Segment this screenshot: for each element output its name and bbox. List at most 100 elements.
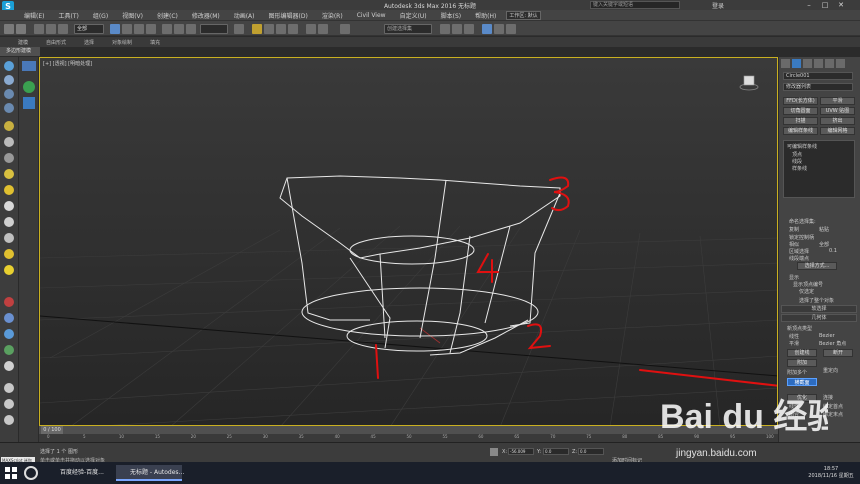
extrude-button[interactable]: 挤出 bbox=[820, 117, 855, 125]
display-tab-icon[interactable] bbox=[825, 59, 834, 68]
workspace-dropdown[interactable]: 工作区: 默认 bbox=[506, 10, 541, 20]
menu-view[interactable]: 视图(V) bbox=[122, 11, 143, 20]
area-selection-checkbox[interactable]: 区域选择 bbox=[789, 248, 809, 255]
paint-icon[interactable] bbox=[4, 297, 14, 307]
reorient-checkbox[interactable]: 重定向 bbox=[823, 367, 838, 374]
smooth-button[interactable]: 平滑 bbox=[820, 97, 855, 105]
hierarchy-tab-icon[interactable] bbox=[803, 59, 812, 68]
tab-selection[interactable]: 选择 bbox=[84, 39, 94, 46]
snaps-toggle-icon[interactable] bbox=[252, 24, 262, 34]
stack-item-segment[interactable]: 线段 bbox=[792, 158, 802, 165]
rendered-frame-window-icon[interactable] bbox=[494, 24, 504, 34]
menu-animation[interactable]: 动画(A) bbox=[234, 11, 255, 20]
maximize-button[interactable]: □ bbox=[818, 0, 832, 10]
material-editor-icon[interactable] bbox=[464, 24, 474, 34]
refine-button[interactable]: 优化 bbox=[787, 394, 817, 402]
unlink-icon[interactable] bbox=[46, 24, 56, 34]
edit-spline-button[interactable]: 编辑样条线 bbox=[783, 127, 818, 135]
layer-explorer-icon[interactable] bbox=[340, 24, 350, 34]
menu-group[interactable]: 组(G) bbox=[93, 11, 108, 20]
attach-multiple-label[interactable]: 附加多个 bbox=[787, 369, 807, 376]
taskbar-browser[interactable]: 百度经验-百度... bbox=[46, 465, 110, 481]
selection-filter-dropdown[interactable]: 全部 bbox=[74, 24, 104, 34]
menu-help[interactable]: 帮助(H) bbox=[475, 11, 496, 20]
select-icon[interactable] bbox=[4, 61, 14, 71]
menu-civil-view[interactable]: Civil View bbox=[357, 12, 386, 19]
tab-object-paint[interactable]: 对象绘制 bbox=[112, 39, 132, 46]
teapot-icon[interactable] bbox=[4, 249, 14, 259]
tab-freeform[interactable]: 自由形式 bbox=[46, 39, 66, 46]
spacewarp-icon[interactable] bbox=[4, 169, 14, 179]
show-vertex-numbers-checkbox[interactable]: 显示顶点编号 bbox=[793, 281, 823, 288]
create-line-button[interactable]: 创建线 bbox=[787, 349, 817, 357]
utilities-tab-icon[interactable] bbox=[836, 59, 845, 68]
x-coord-field[interactable]: -56.009 bbox=[508, 448, 534, 455]
globe-icon[interactable] bbox=[4, 329, 14, 339]
menu-create[interactable]: 创建(C) bbox=[157, 11, 178, 20]
shield-icon[interactable] bbox=[23, 97, 35, 109]
cone-icon[interactable] bbox=[4, 233, 14, 243]
mirror-icon[interactable] bbox=[306, 24, 316, 34]
move-icon[interactable] bbox=[162, 24, 172, 34]
create-tab-icon[interactable] bbox=[781, 59, 790, 68]
rotate-icon[interactable] bbox=[174, 24, 184, 34]
menu-scripting[interactable]: 脚本(S) bbox=[441, 11, 462, 20]
stack-item-vertex[interactable]: 顶点 bbox=[792, 151, 802, 158]
menu-edit[interactable]: 编辑(E) bbox=[24, 11, 44, 20]
sweep-button[interactable]: 扫描 bbox=[783, 117, 818, 125]
reference-coordinate-dropdown[interactable] bbox=[200, 24, 228, 34]
display-icon[interactable] bbox=[4, 75, 14, 85]
select-by-button[interactable]: 选择方式... bbox=[797, 262, 837, 270]
pivot-icon[interactable] bbox=[234, 24, 244, 34]
schematic-view-icon[interactable] bbox=[452, 24, 462, 34]
selected-only-checkbox[interactable]: 仅选定 bbox=[799, 288, 814, 295]
person-icon[interactable] bbox=[4, 361, 14, 371]
isolate-icon[interactable] bbox=[23, 81, 35, 93]
close-button[interactable]: ✕ bbox=[834, 0, 848, 10]
bind-last-checkbox[interactable]: 绑定末点 bbox=[823, 411, 843, 418]
geometry-rollout[interactable]: 几何体 bbox=[781, 314, 857, 322]
select-by-name-icon[interactable] bbox=[122, 24, 132, 34]
light-icon[interactable] bbox=[4, 121, 14, 131]
tab-modeling[interactable]: 建模 bbox=[18, 39, 28, 46]
helper-icon[interactable] bbox=[4, 153, 14, 163]
scale-icon[interactable] bbox=[186, 24, 196, 34]
lock-selection-icon[interactable] bbox=[490, 448, 498, 456]
modifier-list-dropdown[interactable]: 修改器列表 bbox=[783, 83, 853, 91]
stack-root-editable-spline[interactable]: 可编辑样条线 bbox=[787, 143, 817, 150]
sphere-icon[interactable] bbox=[4, 217, 14, 227]
scene-explorer-icon[interactable] bbox=[22, 61, 36, 71]
ffd-box-button[interactable]: FFD(长方体) bbox=[783, 97, 818, 105]
similar-radio[interactable]: 相似 bbox=[789, 241, 799, 248]
bind-first-checkbox[interactable]: 绑定首点 bbox=[823, 403, 843, 410]
bind-space-warp-icon[interactable] bbox=[58, 24, 68, 34]
bezier-radio[interactable]: Bezier bbox=[819, 333, 835, 339]
redo-icon[interactable] bbox=[16, 24, 26, 34]
percent-snap-icon[interactable] bbox=[276, 24, 286, 34]
smooth-radio[interactable]: 平滑 bbox=[789, 340, 799, 347]
named-selection-dropdown[interactable]: 创建选择集 bbox=[384, 24, 432, 34]
perspective-viewport[interactable]: [+] [透视] [明暗处理] 1234 bbox=[39, 57, 778, 426]
closed-checkbox[interactable]: 闭合 bbox=[789, 411, 799, 418]
object-name-field[interactable]: Circle001 bbox=[783, 72, 853, 80]
edit-mesh-button[interactable]: 编辑网格 bbox=[820, 127, 855, 135]
menu-tools[interactable]: 工具(T) bbox=[58, 11, 78, 20]
select-object-icon[interactable] bbox=[110, 24, 120, 34]
curve-editor-icon[interactable] bbox=[440, 24, 450, 34]
linear-radio[interactable]: 线性 bbox=[789, 333, 799, 340]
motion-tab-icon[interactable] bbox=[814, 59, 823, 68]
undo-icon[interactable] bbox=[4, 24, 14, 34]
all-radio[interactable]: 全部 bbox=[819, 241, 829, 248]
link-icon[interactable] bbox=[34, 24, 44, 34]
time-slider[interactable]: 0 / 100 bbox=[39, 426, 778, 434]
y-coord-field[interactable]: 0.0 bbox=[543, 448, 569, 455]
windows-start-icon[interactable] bbox=[4, 466, 18, 480]
angle-snap-icon[interactable] bbox=[264, 24, 274, 34]
cross-section-button[interactable]: 横截面 bbox=[787, 378, 817, 386]
chamfer-button[interactable]: 切角圆面 bbox=[783, 107, 818, 115]
soft-selection-rollout[interactable]: 软选择 bbox=[781, 305, 857, 313]
window-crossing-icon[interactable] bbox=[146, 24, 156, 34]
modify-tab-icon[interactable] bbox=[792, 59, 801, 68]
gizmo-icon[interactable] bbox=[4, 313, 14, 323]
cloud-icon[interactable] bbox=[4, 201, 14, 211]
